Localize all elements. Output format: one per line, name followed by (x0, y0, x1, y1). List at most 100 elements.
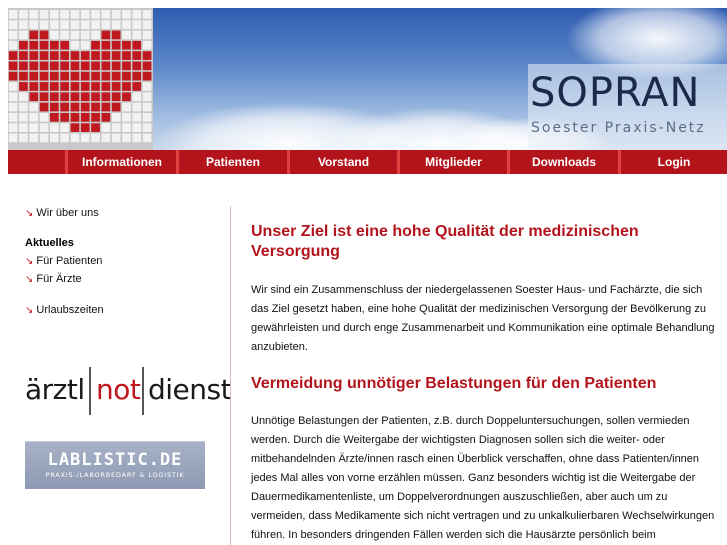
heart-pixel (60, 20, 69, 29)
heart-pixel (8, 92, 18, 102)
heart-pixel (29, 113, 39, 122)
heart-pixel (39, 113, 49, 122)
heart-pixel (132, 102, 142, 112)
heart-pixel (50, 82, 59, 91)
site-logo[interactable]: SOPRAN (530, 70, 700, 116)
heart-pixel (39, 82, 49, 91)
nav-login[interactable]: Login (618, 150, 727, 174)
heart-pixel (111, 123, 121, 132)
heart-pixel (60, 10, 69, 19)
column-divider (230, 206, 231, 545)
nav-patienten[interactable]: Patienten (176, 150, 287, 174)
heart-pixel (111, 61, 121, 71)
notdienst-banner[interactable]: ärztl not dienst (25, 367, 232, 415)
heart-pixel (101, 71, 111, 81)
sidebar-link-vacations[interactable]: ↘ Urlaubszeiten (25, 304, 104, 316)
heart-pixel (29, 61, 39, 71)
heart-pixel (101, 40, 111, 50)
heart-pixel (70, 133, 80, 143)
heart-pixel (91, 113, 100, 122)
heart-pixel (39, 71, 49, 81)
heart-pixel (111, 40, 121, 50)
sidebar-link-doctors[interactable]: ↘ Für Ärzte (25, 273, 82, 285)
heart-pixel (122, 102, 131, 112)
main-nav: Informationen Patienten Vorstand Mitglie… (8, 150, 727, 174)
heart-pixel (8, 10, 18, 19)
heart-pixel (142, 123, 152, 132)
nav-vorstand[interactable]: Vorstand (287, 150, 397, 174)
nav-mitglieder[interactable]: Mitglieder (397, 150, 507, 174)
heart-pixel (19, 123, 28, 132)
heart-pixel (50, 133, 59, 143)
paragraph-quality: Wir sind ein Zusammenschluss der niederg… (251, 284, 715, 353)
heart-pixel (50, 40, 59, 50)
sidebar-link-label: Urlaubszeiten (36, 304, 104, 316)
heart-pixel (29, 82, 39, 91)
sidebar-link-about[interactable]: ↘ Wir über uns (25, 207, 99, 219)
heart-pixel (101, 82, 111, 91)
heart-pixel (132, 82, 142, 91)
sidebar-link-patients[interactable]: ↘ Für Patienten (25, 255, 102, 267)
heart-pixel (8, 20, 18, 29)
heart-pixel (142, 51, 152, 60)
notdienst-part2: not (96, 373, 141, 406)
heart-pixel (60, 30, 69, 40)
heart-pixel (142, 71, 152, 81)
heart-pixel (19, 92, 28, 102)
heart-pixel (111, 133, 121, 143)
heart-pixel (142, 20, 152, 29)
heart-pixel (91, 61, 100, 71)
heart-pixel (142, 92, 152, 102)
heart-pixel (101, 92, 111, 102)
heart-pixel (122, 10, 131, 19)
heart-pixel (132, 51, 142, 60)
lablistic-banner[interactable]: LABLISTIC.DE PRAXIS-/LABORBEDARF & LOGIS… (25, 441, 205, 489)
heart-pixel (111, 92, 121, 102)
heart-pixel (29, 92, 39, 102)
heart-pixel (70, 20, 80, 29)
heart-pixel (19, 133, 28, 143)
nav-informationen[interactable]: Informationen (65, 150, 176, 174)
heart-pixel (101, 20, 111, 29)
heart-pixel (122, 40, 131, 50)
heart-pixel (122, 30, 131, 40)
heart-pixel (80, 92, 90, 102)
heart-pixel (8, 123, 18, 132)
heart-pixel (122, 133, 131, 143)
heart-pixel (91, 51, 100, 60)
heart-pixel (80, 30, 90, 40)
heart-pixel (50, 20, 59, 29)
heart-logo (8, 8, 153, 150)
nav-downloads[interactable]: Downloads (507, 150, 618, 174)
heart-pixel-icon (8, 10, 152, 143)
heart-pixel (19, 61, 28, 71)
heart-pixel (39, 40, 49, 50)
heart-pixel (122, 71, 131, 81)
heart-pixel (142, 133, 152, 143)
heart-pixel (91, 123, 100, 132)
heart-pixel (80, 71, 90, 81)
arrow-icon: ↘ (25, 305, 34, 316)
heart-pixel (122, 20, 131, 29)
heart-pixel (70, 71, 80, 81)
heart-pixel (60, 113, 69, 122)
heart-pixel (19, 40, 28, 50)
heart-pixel (142, 61, 152, 71)
heart-pixel (91, 102, 100, 112)
heart-pixel (122, 61, 131, 71)
notdienst-part1: ärztl (25, 373, 85, 406)
heart-pixel (19, 82, 28, 91)
heart-pixel (80, 113, 90, 122)
heart-pixel (91, 30, 100, 40)
arrow-icon: ↘ (25, 274, 34, 285)
heart-pixel (39, 123, 49, 132)
heart-pixel (132, 71, 142, 81)
heart-pixel (122, 123, 131, 132)
heart-pixel (132, 92, 142, 102)
heart-pixel (132, 30, 142, 40)
heart-pixel (132, 123, 142, 132)
heart-pixel (132, 113, 142, 122)
heart-pixel (111, 20, 121, 29)
heart-pixel (70, 82, 80, 91)
heart-pixel (39, 92, 49, 102)
